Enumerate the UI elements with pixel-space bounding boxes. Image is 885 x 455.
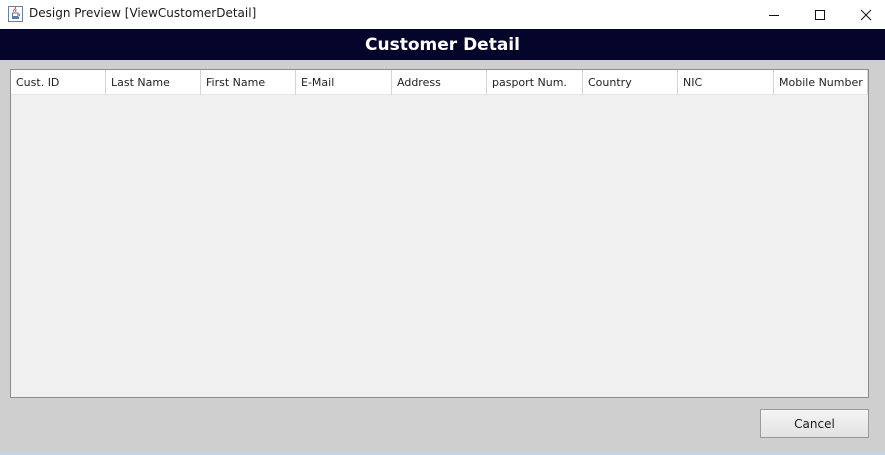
table-header: Cust. ID Last Name First Name E-Mail Add… [11, 70, 868, 95]
cancel-button[interactable]: Cancel [760, 409, 869, 438]
minimize-button[interactable] [751, 0, 797, 29]
maximize-button[interactable] [797, 0, 843, 29]
column-header-last-name[interactable]: Last Name [106, 70, 201, 95]
column-header-nic[interactable]: NIC [678, 70, 774, 95]
page-title: Customer Detail [365, 34, 520, 55]
window-titlebar[interactable]: Design Preview [ViewCustomerDetail] [0, 0, 885, 29]
column-header-cust-id[interactable]: Cust. ID [11, 70, 106, 95]
java-cup-icon [8, 6, 23, 22]
close-button[interactable] [843, 0, 885, 29]
column-header-first-name[interactable]: First Name [201, 70, 296, 95]
maximize-icon [815, 9, 825, 20]
column-header-country[interactable]: Country [583, 70, 678, 95]
table-body[interactable] [11, 95, 868, 397]
column-header-passport-num[interactable]: pasport Num. [487, 70, 583, 95]
column-header-address[interactable]: Address [392, 70, 487, 95]
customer-table[interactable]: Cust. ID Last Name First Name E-Mail Add… [10, 69, 869, 398]
close-icon [860, 9, 872, 20]
column-header-email[interactable]: E-Mail [296, 70, 392, 95]
minimize-icon [769, 14, 779, 16]
page-title-banner: Customer Detail [0, 29, 885, 60]
column-header-mobile-number[interactable]: Mobile Number [774, 70, 868, 95]
window-title: Design Preview [ViewCustomerDetail] [29, 6, 257, 20]
